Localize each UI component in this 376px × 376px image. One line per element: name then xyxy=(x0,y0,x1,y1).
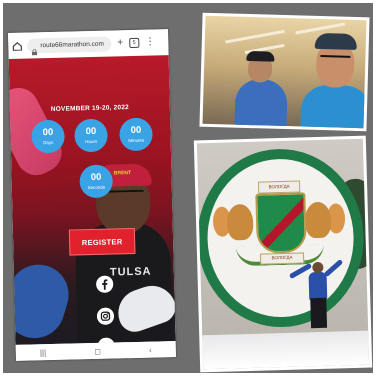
runner-legs xyxy=(310,297,328,329)
phone-screenshot: route66marathon.com + 5 ⋮ BRENT TULSA NO… xyxy=(8,29,176,361)
home-button[interactable]: ◻ xyxy=(94,346,101,355)
instagram-icon[interactable] xyxy=(96,307,115,325)
man-cap xyxy=(246,50,275,62)
recent-apps-button[interactable]: ||| xyxy=(40,348,46,357)
crest-photo: ВОЛОГДА ВОЛОГДА xyxy=(193,135,373,373)
countdown-hours-value: 00 xyxy=(85,125,97,138)
register-button[interactable]: REGISTER xyxy=(68,227,136,256)
man-cap xyxy=(314,32,358,51)
snow-ground xyxy=(202,330,370,370)
selfie-photo-content xyxy=(202,15,367,129)
new-tab-button[interactable]: + xyxy=(117,37,123,48)
browser-menu-button[interactable]: ⋮ xyxy=(145,36,155,47)
crest-banner-top: ВОЛОГДА xyxy=(257,180,301,194)
photo-collage: route66marathon.com + 5 ⋮ BRENT TULSA NO… xyxy=(3,3,373,373)
selfie-photo xyxy=(199,12,370,132)
tab-switcher-button[interactable]: 5 xyxy=(129,37,140,49)
countdown-hours-label: Hours xyxy=(85,138,98,145)
crest-photo-content: ВОЛОГДА ВОЛОГДА xyxy=(196,138,370,370)
blue-sleeve xyxy=(8,257,76,345)
crest-banner-bottom: ВОЛОГДА xyxy=(259,252,305,265)
countdown-hours: 00 Hours xyxy=(74,118,108,153)
countdown-days-value: 00 xyxy=(42,126,54,139)
home-icon[interactable] xyxy=(12,41,23,51)
runner-jacket xyxy=(308,271,328,301)
address-bar[interactable]: route66marathon.com xyxy=(27,35,112,56)
lock-icon xyxy=(31,42,38,56)
shirt-text: TULSA xyxy=(109,265,152,279)
squirrel-left xyxy=(226,203,254,241)
squirrel-right xyxy=(304,201,332,239)
man-blue-jacket xyxy=(234,78,288,129)
countdown-minutes-label: Minutes xyxy=(128,137,145,144)
countdown-days-label: Days xyxy=(43,139,54,146)
man-light-blue-jacket xyxy=(300,84,367,129)
countdown-seconds-label: Seconds xyxy=(87,184,106,191)
marathon-website: BRENT TULSA NOVEMBER 19-20, 2022 00 Days… xyxy=(8,55,176,345)
countdown-minutes: 00 Minutes xyxy=(119,117,153,152)
back-button[interactable]: ‹ xyxy=(149,345,152,354)
ceiling-light xyxy=(225,29,285,44)
facebook-icon[interactable] xyxy=(95,275,114,293)
android-nav-bar: ||| ◻ ‹ xyxy=(15,341,176,361)
countdown-minutes-value: 00 xyxy=(130,124,142,137)
url-text: route66marathon.com xyxy=(40,40,104,49)
browser-toolbar: route66marathon.com + 5 ⋮ xyxy=(8,29,169,59)
sunglasses xyxy=(320,54,351,64)
countdown-seconds-value: 00 xyxy=(90,171,102,184)
